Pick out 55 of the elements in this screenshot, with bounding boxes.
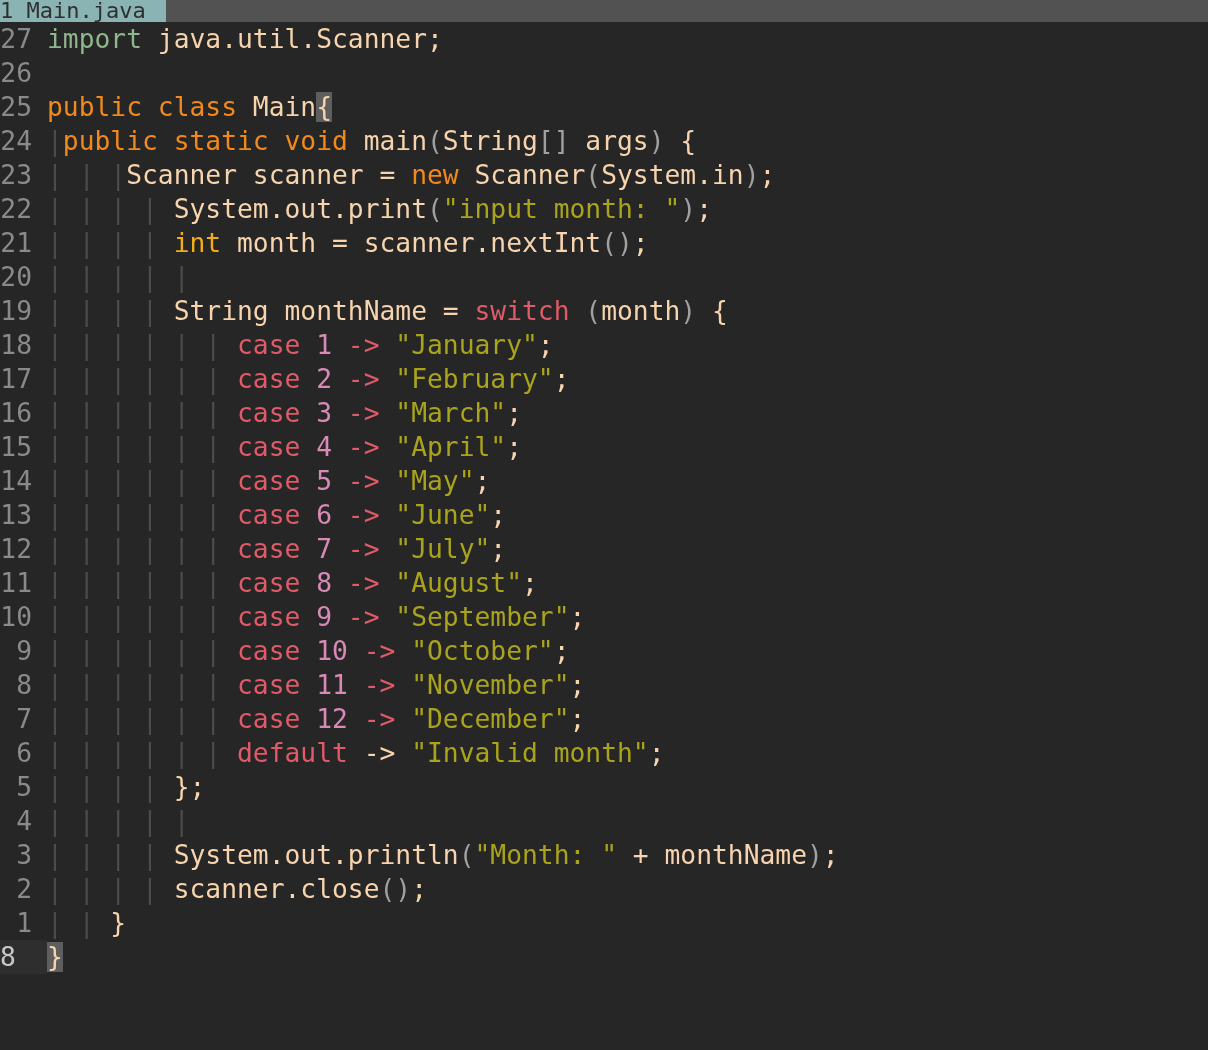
code-line: | | | | }; — [47, 771, 206, 804]
line-number: 10 — [0, 601, 33, 634]
code-line: | | | | | | case 5 -> "May"; — [47, 465, 491, 498]
code-line: | | | | | | case 9 -> "September"; — [47, 601, 586, 634]
line-number: 9 — [15, 635, 33, 668]
file-tab[interactable]: 1 Main.java — [0, 0, 166, 22]
line-number: 22 — [0, 193, 33, 226]
code-line: | | | | | | case 4 -> "April"; — [47, 431, 523, 464]
line-number: 7 — [15, 703, 33, 736]
code-line: | | | | int month = scanner.nextInt(); — [47, 227, 649, 260]
line-number: 27 — [0, 23, 33, 56]
line-number: 3 — [15, 839, 33, 872]
code-line: | | | | | — [47, 261, 190, 294]
code-line: public class Main{ — [47, 91, 332, 124]
line-number: 1 — [15, 907, 33, 940]
code-line: | | |Scanner scanner = new Scanner(System.in); — [47, 159, 776, 192]
code-line: | | | | | | case 6 -> "June"; — [47, 499, 507, 532]
line-number: 26 — [0, 57, 33, 90]
code-line: | | | | | | case 11 -> "November"; — [47, 669, 586, 702]
line-number: 18 — [0, 329, 33, 362]
code-line: | | | | | | case 2 -> "February"; — [47, 363, 570, 396]
line-number: 11 — [0, 567, 33, 600]
line-number: 23 — [0, 159, 33, 192]
line-number: 17 — [0, 363, 33, 396]
line-number: 13 — [0, 499, 33, 532]
code-line: |public static void main(String[] args) { — [47, 125, 697, 158]
code-line: | | | | | | case 10 -> "October"; — [47, 635, 570, 668]
code-line: | | | | scanner.close(); — [47, 873, 427, 906]
line-number: 5 — [15, 771, 33, 804]
line-number: 4 — [15, 805, 33, 838]
line-number: 8 — [0, 940, 47, 974]
code-line: | | | | | | case 7 -> "July"; — [47, 533, 507, 566]
line-number: 24 — [0, 125, 33, 158]
line-number: 20 — [0, 261, 33, 294]
line-number: 25 — [0, 91, 33, 124]
code-line: | | } — [47, 907, 127, 940]
line-number: 19 — [0, 295, 33, 328]
code-line: | | | | String monthName = switch (month) { — [47, 295, 728, 328]
code-line: import java.util.Scanner; — [47, 23, 443, 56]
code-line: | | | | | | case 12 -> "December"; — [47, 703, 586, 736]
line-number: 6 — [15, 737, 33, 770]
code-line: | | | | System.out.println("Month: " + monthName); — [47, 839, 839, 872]
code-line: | | | | | — [47, 805, 190, 838]
code-line: | | | | System.out.print("input month: "); — [47, 193, 712, 226]
code-line: | | | | | | case 1 -> "January"; — [47, 329, 554, 362]
code-line: | | | | | | case 8 -> "August"; — [47, 567, 538, 600]
line-number: 14 — [0, 465, 33, 498]
line-number: 15 — [0, 431, 33, 464]
line-number: 21 — [0, 227, 33, 260]
line-number: 2 — [15, 873, 33, 906]
line-number: 16 — [0, 397, 33, 430]
line-number: 12 — [0, 533, 33, 566]
code-line: | | | | | | case 3 -> "March"; — [47, 397, 523, 430]
line-number: 8 — [15, 669, 33, 702]
code-line: | | | | | | default -> "Invalid month"; — [47, 737, 665, 770]
